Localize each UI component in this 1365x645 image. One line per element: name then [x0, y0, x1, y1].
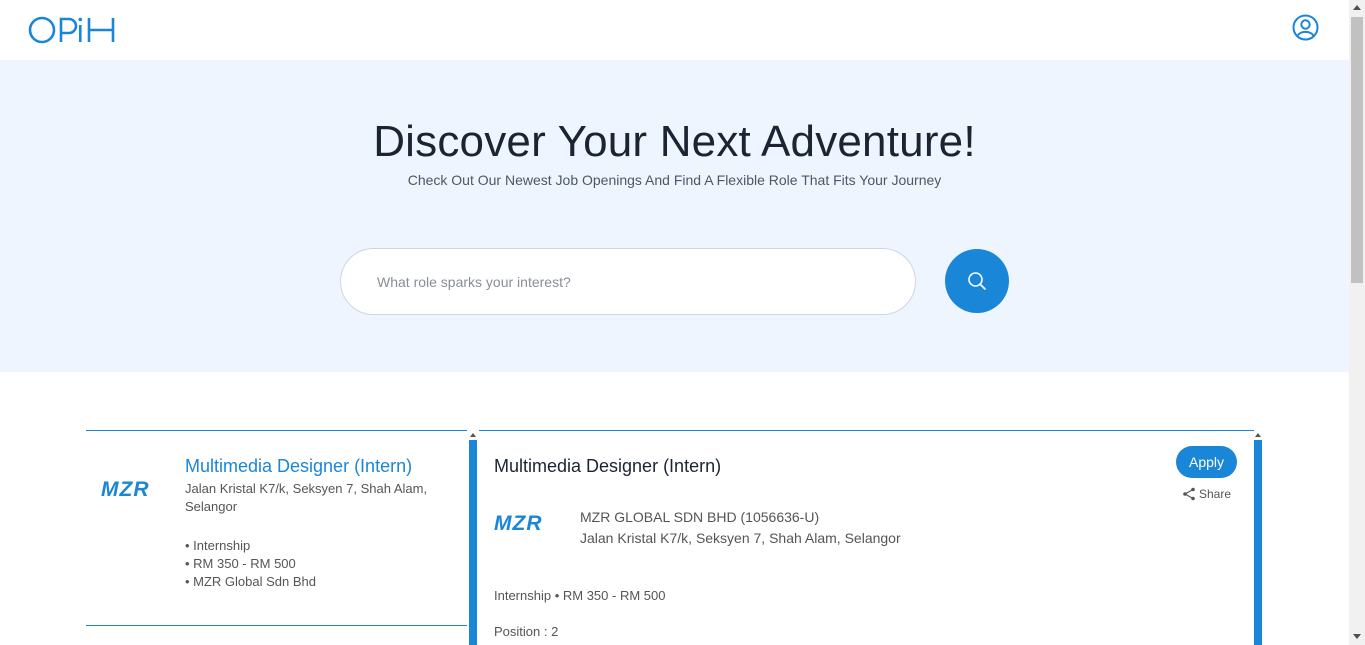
search-icon [968, 272, 986, 290]
company-logo: MZR [101, 479, 150, 499]
share-icon [1183, 487, 1195, 501]
svg-text:MZR: MZR [101, 479, 150, 499]
detail-scrollbar[interactable] [1254, 430, 1262, 645]
job-type: • Internship [185, 538, 251, 553]
apply-button[interactable]: Apply [1176, 446, 1237, 478]
job-title-link[interactable]: Multimedia Designer (Intern) [185, 456, 412, 477]
user-circle-icon[interactable] [1292, 14, 1319, 41]
opih-logo[interactable] [28, 13, 118, 47]
list-scrollbar[interactable] [469, 430, 477, 645]
search-button[interactable] [945, 249, 1009, 313]
search-box [340, 248, 916, 315]
hero-title: Discover Your Next Adventure! [373, 117, 976, 166]
site-header [0, 0, 1349, 60]
positions-count: Position : 2 [494, 624, 559, 639]
job-list-item[interactable]: MZR Multimedia Designer (Intern) Jalan K… [86, 430, 467, 626]
job-address: Jalan Kristal K7/k, Seksyen 7, Shah Alam… [185, 481, 428, 514]
share-label: Share [1199, 487, 1232, 501]
job-meta: • Internship • RM 350 - RM 500 • MZR Glo… [185, 537, 316, 591]
company-address: Jalan Kristal K7/k, Seksyen 7, Shah Alam… [580, 530, 901, 546]
detail-title: Multimedia Designer (Intern) [494, 456, 722, 476]
search-input[interactable] [377, 271, 877, 293]
company-logo: MZR [494, 513, 543, 533]
scrollbar-thumb[interactable] [1351, 17, 1363, 283]
scroll-up-arrow[interactable] [469, 430, 477, 440]
svg-text:MZR: MZR [494, 513, 543, 533]
scroll-down-arrow[interactable] [1353, 634, 1361, 639]
share-button[interactable]: Share [1182, 487, 1231, 501]
hero-section: Discover Your Next Adventure! Check Out … [0, 60, 1349, 372]
detail-meta: Internship • RM 350 - RM 500 [494, 588, 666, 603]
company-info: MZR GLOBAL SDN BHD (1056636-U) Jalan Kri… [580, 507, 901, 549]
scroll-up-arrow[interactable] [1254, 430, 1262, 440]
job-salary: • RM 350 - RM 500 [185, 556, 296, 571]
job-detail-panel: Multimedia Designer (Intern) Apply Share… [479, 430, 1255, 645]
page-scrollbar[interactable] [1349, 0, 1365, 645]
job-company: • MZR Global Sdn Bhd [185, 574, 316, 589]
company-name: MZR GLOBAL SDN BHD (1056636-U) [580, 509, 820, 525]
scroll-up-arrow[interactable] [1353, 5, 1361, 10]
hero-subtitle: Check Out Our Newest Job Openings And Fi… [407, 172, 942, 188]
